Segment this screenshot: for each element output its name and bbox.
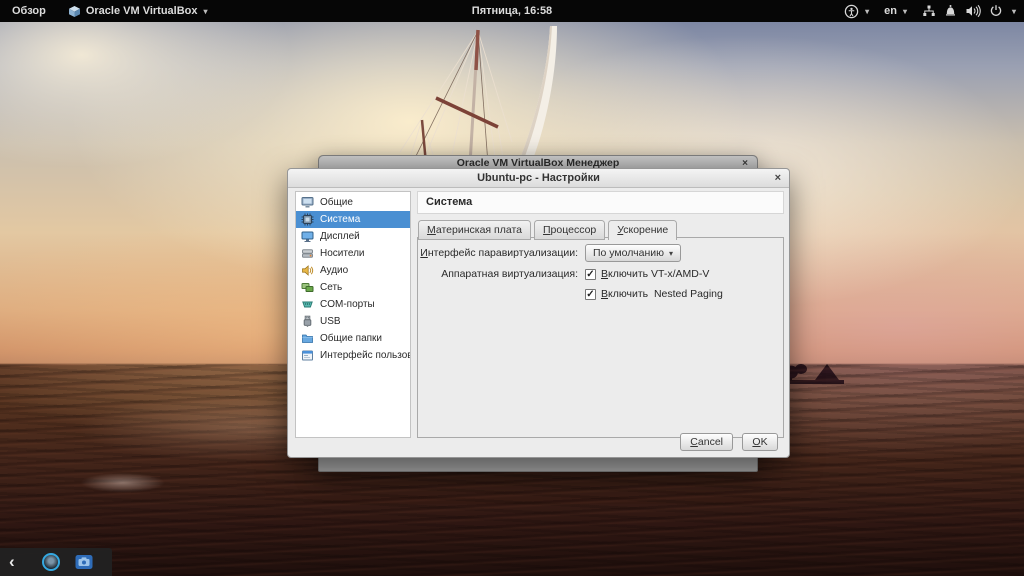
shared-folders-icon — [302, 334, 313, 343]
chevron-down-icon: ▾ — [865, 6, 870, 16]
vtx-checkbox[interactable]: ✓ — [585, 268, 596, 280]
chevron-down-icon: ▾ — [1011, 6, 1016, 16]
sidebar-item-display[interactable]: Дисплей — [296, 228, 410, 245]
dialog-footer: Cancel OK — [680, 433, 778, 451]
dialog-close-icon[interactable]: × — [775, 169, 781, 187]
sidebar-item-audio[interactable]: Аудио — [296, 262, 410, 279]
sidebar-item-system[interactable]: Система — [296, 211, 410, 228]
sidebar-item-label: Сеть — [320, 282, 343, 293]
sidebar-item-label: Общие папки — [320, 333, 383, 344]
dialog-title: Ubuntu-pc - Настройки — [477, 172, 600, 184]
vtx-checkbox-row[interactable]: ✓ Включить VT-x/AMD-V — [585, 268, 709, 280]
ok-button[interactable]: OK — [742, 433, 778, 451]
language-menu[interactable]: en ▾ — [881, 0, 910, 22]
chevron-down-icon: ▾ — [902, 6, 907, 16]
tab-motherboard[interactable]: Материнская плата — [418, 220, 531, 240]
general-icon — [301, 197, 314, 208]
system-status-menu[interactable]: ▾ — [919, 0, 1019, 22]
nested-paging-checkbox[interactable]: ✓ — [585, 288, 596, 300]
sidebar-item-label: USB — [320, 316, 341, 327]
section-header: Система — [417, 191, 784, 214]
sidebar-item-label: Дисплей — [320, 231, 360, 242]
chevron-down-icon: ▾ — [669, 249, 674, 258]
sidebar-item-label: Общие — [320, 197, 353, 208]
nested-paging-checkbox-label: Включить Nested Paging — [601, 288, 723, 300]
chevron-left-icon[interactable]: ‹ — [0, 549, 15, 575]
sidebar-item-label: Аудио — [320, 265, 349, 276]
sailboat-mast-graphic — [399, 26, 557, 164]
usb-icon — [303, 315, 312, 327]
volume-icon — [966, 4, 981, 18]
storage-icon — [302, 249, 313, 258]
hardware-virt-label: Аппаратная виртуализация: — [441, 268, 578, 280]
sidebar-item-serial-ports[interactable]: COM-порты — [296, 296, 410, 313]
check-icon: ✓ — [586, 268, 595, 280]
system-icon — [301, 213, 314, 226]
sidebar-item-label: Интерфейс пользователя — [320, 350, 410, 361]
settings-content: Система Материнская плата Процессор Уско… — [417, 191, 784, 438]
network-adapter-icon — [301, 283, 314, 292]
sidebar-item-storage[interactable]: Носители — [296, 245, 410, 262]
display-icon — [301, 231, 314, 242]
dialog-body: Общие Система Дисплей Носители Аудио Сет… — [288, 188, 789, 457]
sidebar-item-label: Система — [320, 214, 361, 225]
vtx-checkbox-label: Включить VT-x/AMD-V — [601, 268, 710, 280]
paravirt-label: Интерфейс паравиртуализации: — [420, 247, 578, 259]
check-icon: ✓ — [586, 288, 595, 300]
camera-app-icon[interactable] — [75, 554, 93, 570]
app-menu-button[interactable]: Oracle VM VirtualBox ▾ — [65, 0, 211, 22]
sidebar-item-label: COM-порты — [320, 299, 375, 310]
tab-processor[interactable]: Процессор — [534, 220, 606, 240]
chevron-down-icon: ▾ — [203, 6, 208, 16]
power-icon — [990, 5, 1002, 16]
serial-ports-icon — [302, 301, 313, 308]
window-list-bar: ‹ — [0, 548, 112, 576]
acceleration-panel: Интерфейс паравиртуализации: По умолчани… — [417, 237, 784, 438]
tab-acceleration[interactable]: Ускорение — [608, 220, 678, 241]
sidebar-item-network[interactable]: Сеть — [296, 279, 410, 296]
system-tabs: Материнская плата Процессор Ускорение — [418, 220, 680, 241]
network-icon — [923, 5, 935, 16]
sidebar-item-general[interactable]: Общие — [296, 194, 410, 211]
sidebar-item-shared-folders[interactable]: Общие папки — [296, 330, 410, 347]
paravirt-interface-dropdown[interactable]: По умолчанию ▾ — [585, 244, 682, 262]
settings-dialog[interactable]: Ubuntu-pc - Настройки × Общие Система Ди… — [287, 168, 790, 458]
bell-icon — [945, 5, 955, 16]
activities-button[interactable]: Обзор — [9, 0, 49, 22]
cancel-button[interactable]: Cancel — [680, 433, 733, 451]
accessibility-menu[interactable]: ▾ — [841, 0, 872, 22]
settings-category-list: Общие Система Дисплей Носители Аудио Сет… — [295, 191, 411, 438]
sidebar-item-label: Носители — [320, 248, 365, 259]
virtualbox-logo-icon — [68, 5, 80, 17]
audio-icon — [302, 265, 314, 276]
sidebar-item-user-interface[interactable]: Интерфейс пользователя — [296, 347, 410, 364]
user-interface-icon — [302, 350, 313, 361]
accessibility-icon — [844, 4, 859, 18]
app-ring-icon[interactable] — [41, 553, 60, 571]
nested-paging-checkbox-row[interactable]: ✓ Включить Nested Paging — [585, 288, 723, 300]
dialog-titlebar[interactable]: Ubuntu-pc - Настройки × — [288, 169, 789, 188]
sidebar-item-usb[interactable]: USB — [296, 313, 410, 330]
gnome-top-bar: Обзор Oracle VM VirtualBox ▾ Пятница, 16… — [0, 0, 1024, 22]
